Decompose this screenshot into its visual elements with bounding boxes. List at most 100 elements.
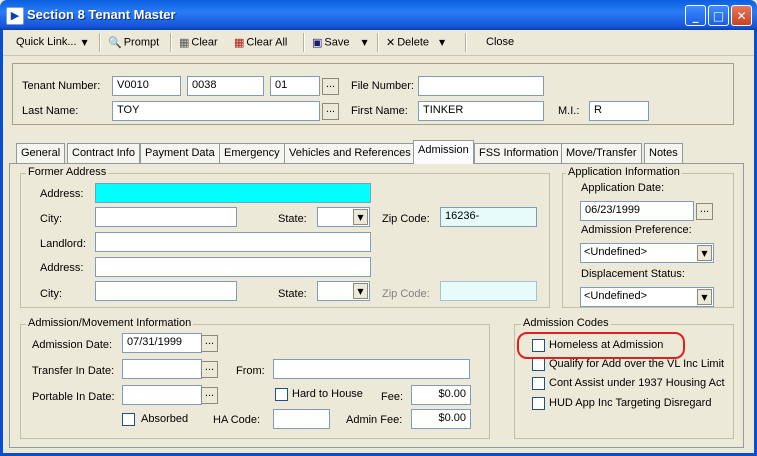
- hard-to-house-checkbox[interactable]: [275, 388, 288, 401]
- toolbar-separator: [465, 33, 467, 52]
- tenant-number-field-1[interactable]: V0010: [112, 76, 181, 96]
- landlord-zip-field[interactable]: [440, 281, 537, 301]
- clear-all-icon: ▦: [234, 36, 245, 49]
- first-name-label: First Name:: [351, 105, 408, 117]
- admission-date-picker-button[interactable]: ...: [201, 335, 218, 352]
- delete-label: Delete: [397, 36, 430, 49]
- application-date-picker-button[interactable]: ...: [696, 203, 713, 220]
- portable-in-date-field[interactable]: [122, 385, 202, 405]
- city-label: City:: [40, 213, 62, 225]
- delete-x-icon: ✕: [386, 36, 396, 49]
- toolbar-separator: [99, 33, 101, 52]
- tab-payment-data[interactable]: Payment Data: [140, 143, 220, 163]
- from-field[interactable]: [273, 359, 470, 379]
- transfer-in-date-field[interactable]: [122, 359, 202, 379]
- clear-all-button[interactable]: ▦ Clear All: [232, 33, 289, 52]
- qualify-add-label: Qualify for Add over the VL Inc Limit: [549, 358, 725, 370]
- tenant-number-field-2[interactable]: 0038: [187, 76, 264, 96]
- save-label: Save: [324, 36, 350, 49]
- landlord-city-field[interactable]: [95, 281, 237, 301]
- transfer-date-picker-button[interactable]: ...: [201, 361, 218, 378]
- window-app-icon: ▶: [6, 7, 24, 25]
- admission-codes-title: Admission Codes: [521, 317, 611, 329]
- fee-label: Fee:: [381, 391, 404, 403]
- displacement-status-select[interactable]: <Undefined>: [580, 287, 714, 307]
- admission-movement-title: Admission/Movement Information: [26, 317, 194, 329]
- portable-date-picker-button[interactable]: ...: [201, 387, 218, 404]
- last-name-label: Last Name:: [22, 105, 79, 117]
- application-date-label: Application Date:: [581, 182, 665, 194]
- maximize-button[interactable]: □: [708, 5, 729, 26]
- chevron-down-icon[interactable]: ▼: [697, 289, 712, 305]
- application-date-field[interactable]: 06/23/1999: [580, 201, 694, 221]
- quick-link-label: Quick Link...: [16, 36, 77, 48]
- tab-contract-info[interactable]: Contract Info: [67, 143, 140, 163]
- hud-targeting-checkbox[interactable]: [532, 397, 545, 410]
- tab-general[interactable]: General: [16, 143, 66, 163]
- tab-notes[interactable]: Notes: [644, 143, 683, 163]
- magnifier-icon: 🔍: [108, 36, 122, 49]
- from-label: From:: [236, 365, 265, 377]
- zip-code-field[interactable]: 16236-: [440, 207, 537, 227]
- tenant-number-field-3[interactable]: 01: [270, 76, 320, 96]
- tab-fss-information[interactable]: FSS Information: [474, 143, 564, 163]
- close-window-button[interactable]: ✕: [731, 5, 752, 26]
- chevron-down-icon: ▼: [361, 38, 368, 48]
- close-label: Close: [486, 36, 515, 48]
- delete-button[interactable]: ✕ Delete ▼: [384, 33, 447, 52]
- ha-code-field[interactable]: [273, 409, 330, 429]
- landlord-address-label: Address:: [40, 262, 84, 274]
- cont-assist-checkbox[interactable]: [532, 377, 545, 390]
- admin-fee-field[interactable]: $0.00: [411, 409, 471, 429]
- highlight-annotation: [517, 332, 685, 359]
- chevron-down-icon[interactable]: ▼: [353, 209, 368, 225]
- mi-field[interactable]: R: [589, 101, 649, 121]
- minimize-button[interactable]: _: [685, 5, 706, 26]
- admin-fee-label: Admin Fee:: [346, 414, 403, 426]
- landlord-zip-label: Zip Code:: [382, 288, 430, 300]
- toolbar-separator: [377, 33, 379, 52]
- prompt-label: Prompt: [123, 36, 160, 49]
- close-button[interactable]: Close: [484, 33, 516, 52]
- chevron-down-icon: ▼: [81, 38, 88, 47]
- tab-admission[interactable]: Admission: [413, 140, 474, 164]
- tab-vehicles-references[interactable]: Vehicles and References: [284, 143, 416, 163]
- first-name-field[interactable]: TINKER: [418, 101, 544, 121]
- tab-emergency[interactable]: Emergency: [219, 143, 285, 163]
- quick-link-button[interactable]: Quick Link... ▼: [14, 33, 90, 52]
- window-title: Section 8 Tenant Master: [27, 7, 176, 22]
- landlord-field[interactable]: [95, 232, 371, 252]
- admission-date-field[interactable]: 07/31/1999: [122, 333, 202, 353]
- landlord-address-field[interactable]: [95, 257, 371, 277]
- city-field[interactable]: [95, 207, 237, 227]
- tenant-lookup-button[interactable]: ...: [322, 78, 339, 95]
- last-name-lookup-button[interactable]: ...: [322, 103, 339, 120]
- tab-move-transfer[interactable]: Move/Transfer: [561, 143, 642, 163]
- landlord-label: Landlord:: [40, 238, 86, 250]
- prompt-button[interactable]: 🔍 Prompt: [106, 33, 161, 52]
- mi-label: M.I.:: [558, 105, 580, 117]
- absorbed-checkbox[interactable]: [122, 413, 135, 426]
- zip-code-label: Zip Code:: [382, 213, 430, 225]
- clear-label: Clear: [191, 36, 218, 49]
- clear-button[interactable]: ▦ Clear: [177, 33, 220, 52]
- landlord-city-label: City:: [40, 288, 62, 300]
- absorbed-label: Absorbed: [141, 413, 189, 425]
- fee-field[interactable]: $0.00: [411, 385, 471, 405]
- floppy-disk-icon: ▣: [312, 36, 323, 49]
- address-field[interactable]: [95, 183, 371, 203]
- chevron-down-icon[interactable]: ▼: [353, 283, 368, 299]
- chevron-down-icon: ▼: [439, 38, 446, 48]
- save-button[interactable]: ▣ Save ▼: [310, 33, 370, 52]
- portable-in-date-label: Portable In Date:: [32, 391, 115, 403]
- qualify-add-checkbox[interactable]: [532, 358, 545, 371]
- last-name-field[interactable]: TOY: [112, 101, 320, 121]
- tenant-number-label: Tenant Number:: [22, 80, 101, 92]
- landlord-state-label: State:: [278, 288, 307, 300]
- chevron-down-icon[interactable]: ▼: [697, 245, 712, 261]
- displacement-status-label: Displacement Status:: [581, 268, 685, 280]
- window-frame-left: [0, 30, 3, 456]
- admission-preference-select[interactable]: <Undefined>: [580, 243, 714, 263]
- former-address-title: Former Address: [26, 166, 109, 178]
- file-number-field[interactable]: [418, 76, 544, 96]
